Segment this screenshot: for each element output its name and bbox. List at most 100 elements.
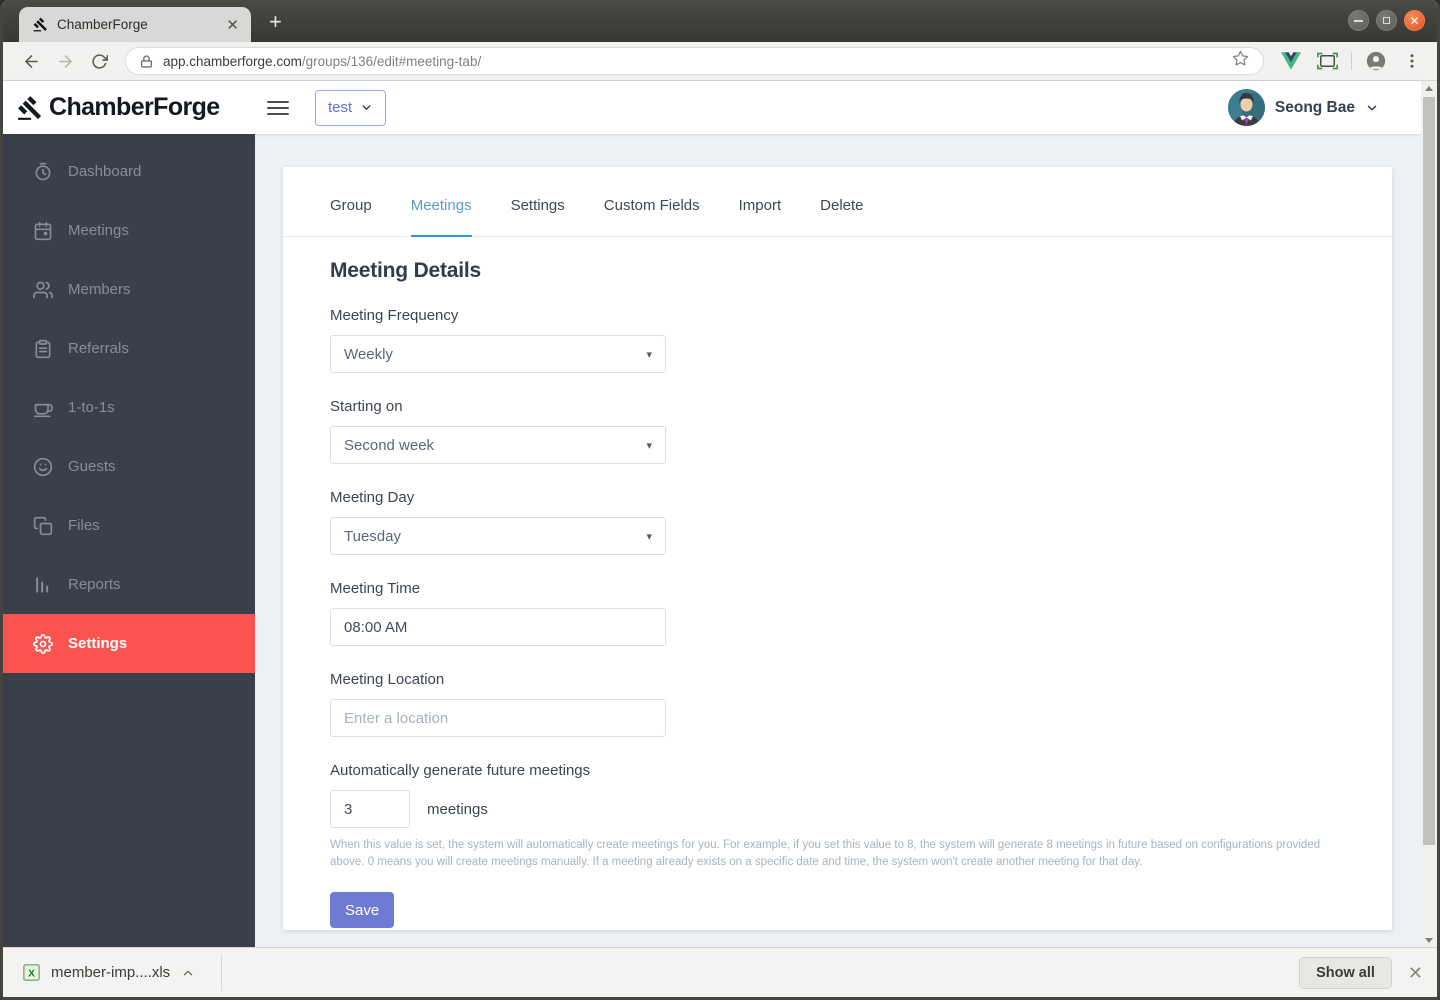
meeting-time-field bbox=[330, 608, 666, 646]
starting-on-select[interactable]: Second week ▾ bbox=[330, 426, 666, 464]
chevron-down-icon bbox=[1367, 104, 1377, 111]
scroll-down-icon[interactable] bbox=[1421, 933, 1437, 947]
url-path: /groups/136/edit#meeting-tab/ bbox=[301, 53, 482, 69]
clock-icon bbox=[33, 162, 53, 182]
hamburger-menu-icon[interactable] bbox=[267, 100, 289, 115]
caret-down-icon: ▾ bbox=[646, 348, 652, 361]
calendar-icon bbox=[33, 221, 53, 241]
save-button[interactable]: Save bbox=[330, 892, 395, 929]
meeting-location-field bbox=[330, 699, 666, 737]
forward-button[interactable] bbox=[51, 47, 79, 75]
page-title: Meeting Details bbox=[330, 259, 482, 282]
gavel-favicon-icon bbox=[33, 17, 47, 32]
meeting-frequency-select[interactable]: Weekly ▾ bbox=[330, 335, 666, 373]
sidebar: Dashboard Meetings Members Referrals 1-t… bbox=[3, 134, 255, 947]
vue-devtools-extension-icon[interactable] bbox=[1276, 47, 1306, 75]
bar-chart-icon bbox=[33, 575, 53, 595]
select-value: Weekly bbox=[344, 345, 393, 363]
browser-window: ChamberForge ✕ + ✕ app.chamberforge.com /… bbox=[0, 0, 1440, 1000]
group-selector[interactable]: test bbox=[315, 89, 387, 126]
user-name: Seong Bae bbox=[1274, 98, 1355, 116]
sidebar-item-files[interactable]: Files bbox=[3, 496, 255, 555]
tab-meetings[interactable]: Meetings bbox=[410, 197, 472, 237]
download-bar: X member-imp....xls Show all ✕ bbox=[3, 947, 1437, 997]
tab-settings[interactable]: Settings bbox=[511, 197, 565, 237]
user-menu[interactable]: Seong Bae bbox=[1227, 89, 1421, 126]
show-all-downloads-button[interactable]: Show all bbox=[1299, 956, 1392, 989]
tab-group[interactable]: Group bbox=[330, 197, 372, 237]
tabs-nav: Group Meetings Settings Custom Fields Im… bbox=[283, 167, 864, 237]
tab-title: ChamberForge bbox=[57, 17, 148, 32]
sidebar-item-referrals[interactable]: Referrals bbox=[3, 319, 255, 378]
meeting-location-input[interactable] bbox=[344, 709, 652, 727]
excel-file-icon: X bbox=[23, 964, 40, 981]
profile-icon[interactable] bbox=[1361, 47, 1391, 75]
sidebar-item-1-to-1s[interactable]: 1-to-1s bbox=[3, 378, 255, 437]
window-controls: ✕ bbox=[1348, 10, 1425, 31]
tab-import[interactable]: Import bbox=[739, 197, 782, 237]
sidebar-item-label: Guests bbox=[68, 458, 116, 475]
app-viewport: ChamberForge test Seong Bae Dashboard Me… bbox=[3, 81, 1437, 947]
chevron-up-icon[interactable] bbox=[181, 966, 195, 980]
autogen-count-input[interactable] bbox=[344, 791, 396, 827]
coffee-icon bbox=[33, 398, 53, 418]
scroll-up-icon[interactable] bbox=[1421, 81, 1437, 95]
autogen-help-text: When this value is set, the system will … bbox=[330, 839, 1321, 868]
sidebar-item-settings[interactable]: Settings bbox=[3, 614, 255, 673]
sidebar-item-guests[interactable]: Guests bbox=[3, 437, 255, 496]
sidebar-item-label: Members bbox=[68, 281, 131, 298]
close-download-bar-icon[interactable]: ✕ bbox=[1408, 964, 1423, 982]
brand-logo[interactable]: ChamberForge bbox=[3, 93, 253, 122]
sidebar-item-dashboard[interactable]: Dashboard bbox=[3, 142, 255, 201]
lock-icon bbox=[140, 55, 153, 68]
meeting-frequency-label: Meeting Frequency bbox=[330, 307, 459, 324]
screenshot-extension-icon[interactable] bbox=[1312, 47, 1342, 75]
users-icon bbox=[33, 280, 53, 300]
scrollbar-thumb[interactable] bbox=[1423, 97, 1435, 845]
downloaded-file-chip[interactable]: X member-imp....xls bbox=[23, 964, 221, 981]
select-value: Second week bbox=[344, 436, 435, 454]
sidebar-item-reports[interactable]: Reports bbox=[3, 555, 255, 614]
meeting-time-label: Meeting Time bbox=[330, 580, 421, 597]
url-host: app.chamberforge.com bbox=[163, 53, 302, 69]
sidebar-item-members[interactable]: Members bbox=[3, 260, 255, 319]
close-window-button[interactable]: ✕ bbox=[1404, 10, 1425, 31]
select-value: Tuesday bbox=[344, 527, 401, 545]
address-bar[interactable]: app.chamberforge.com/groups/136/edit#mee… bbox=[125, 47, 1264, 75]
chevron-down-icon bbox=[362, 105, 371, 110]
main-content: Group Meetings Settings Custom Fields Im… bbox=[255, 134, 1421, 947]
browser-tab[interactable]: ChamberForge ✕ bbox=[19, 7, 251, 42]
sidebar-item-label: 1-to-1s bbox=[68, 399, 115, 416]
meeting-time-input[interactable] bbox=[344, 618, 652, 636]
sidebar-item-meetings[interactable]: Meetings bbox=[3, 201, 255, 260]
maximize-button[interactable] bbox=[1376, 10, 1397, 31]
meeting-details-form: Meeting Details Meeting Frequency Weekly… bbox=[283, 237, 1392, 929]
autogen-suffix: meetings bbox=[427, 800, 488, 818]
starting-on-label: Starting on bbox=[330, 398, 403, 415]
toolbar-separator bbox=[1351, 52, 1352, 70]
meeting-location-label: Meeting Location bbox=[330, 671, 445, 688]
sidebar-item-label: Files bbox=[68, 517, 100, 534]
bookmark-star-icon[interactable] bbox=[1232, 50, 1249, 72]
minimize-button[interactable] bbox=[1348, 10, 1369, 31]
settings-card: Group Meetings Settings Custom Fields Im… bbox=[283, 167, 1392, 930]
app-header: ChamberForge test Seong Bae bbox=[3, 81, 1421, 134]
sidebar-item-label: Referrals bbox=[68, 340, 129, 357]
sidebar-item-label: Reports bbox=[68, 576, 121, 593]
meeting-day-select[interactable]: Tuesday ▾ bbox=[330, 517, 666, 555]
new-tab-button[interactable]: + bbox=[269, 9, 282, 35]
gear-icon bbox=[33, 633, 53, 654]
svg-text:X: X bbox=[28, 968, 35, 979]
tab-custom-fields[interactable]: Custom Fields bbox=[604, 197, 700, 237]
gavel-logo-icon bbox=[18, 95, 42, 120]
tab-delete[interactable]: Delete bbox=[820, 197, 863, 237]
reload-button[interactable] bbox=[85, 47, 113, 75]
browser-menu-icon[interactable] bbox=[1397, 47, 1427, 75]
vertical-scrollbar[interactable] bbox=[1421, 81, 1437, 947]
back-button[interactable] bbox=[17, 47, 45, 75]
tab-close-icon[interactable]: ✕ bbox=[224, 16, 241, 34]
download-bar-separator bbox=[221, 954, 223, 991]
caret-down-icon: ▾ bbox=[646, 439, 652, 452]
brand-name: ChamberForge bbox=[49, 93, 220, 121]
sidebar-item-label: Meetings bbox=[68, 222, 129, 239]
